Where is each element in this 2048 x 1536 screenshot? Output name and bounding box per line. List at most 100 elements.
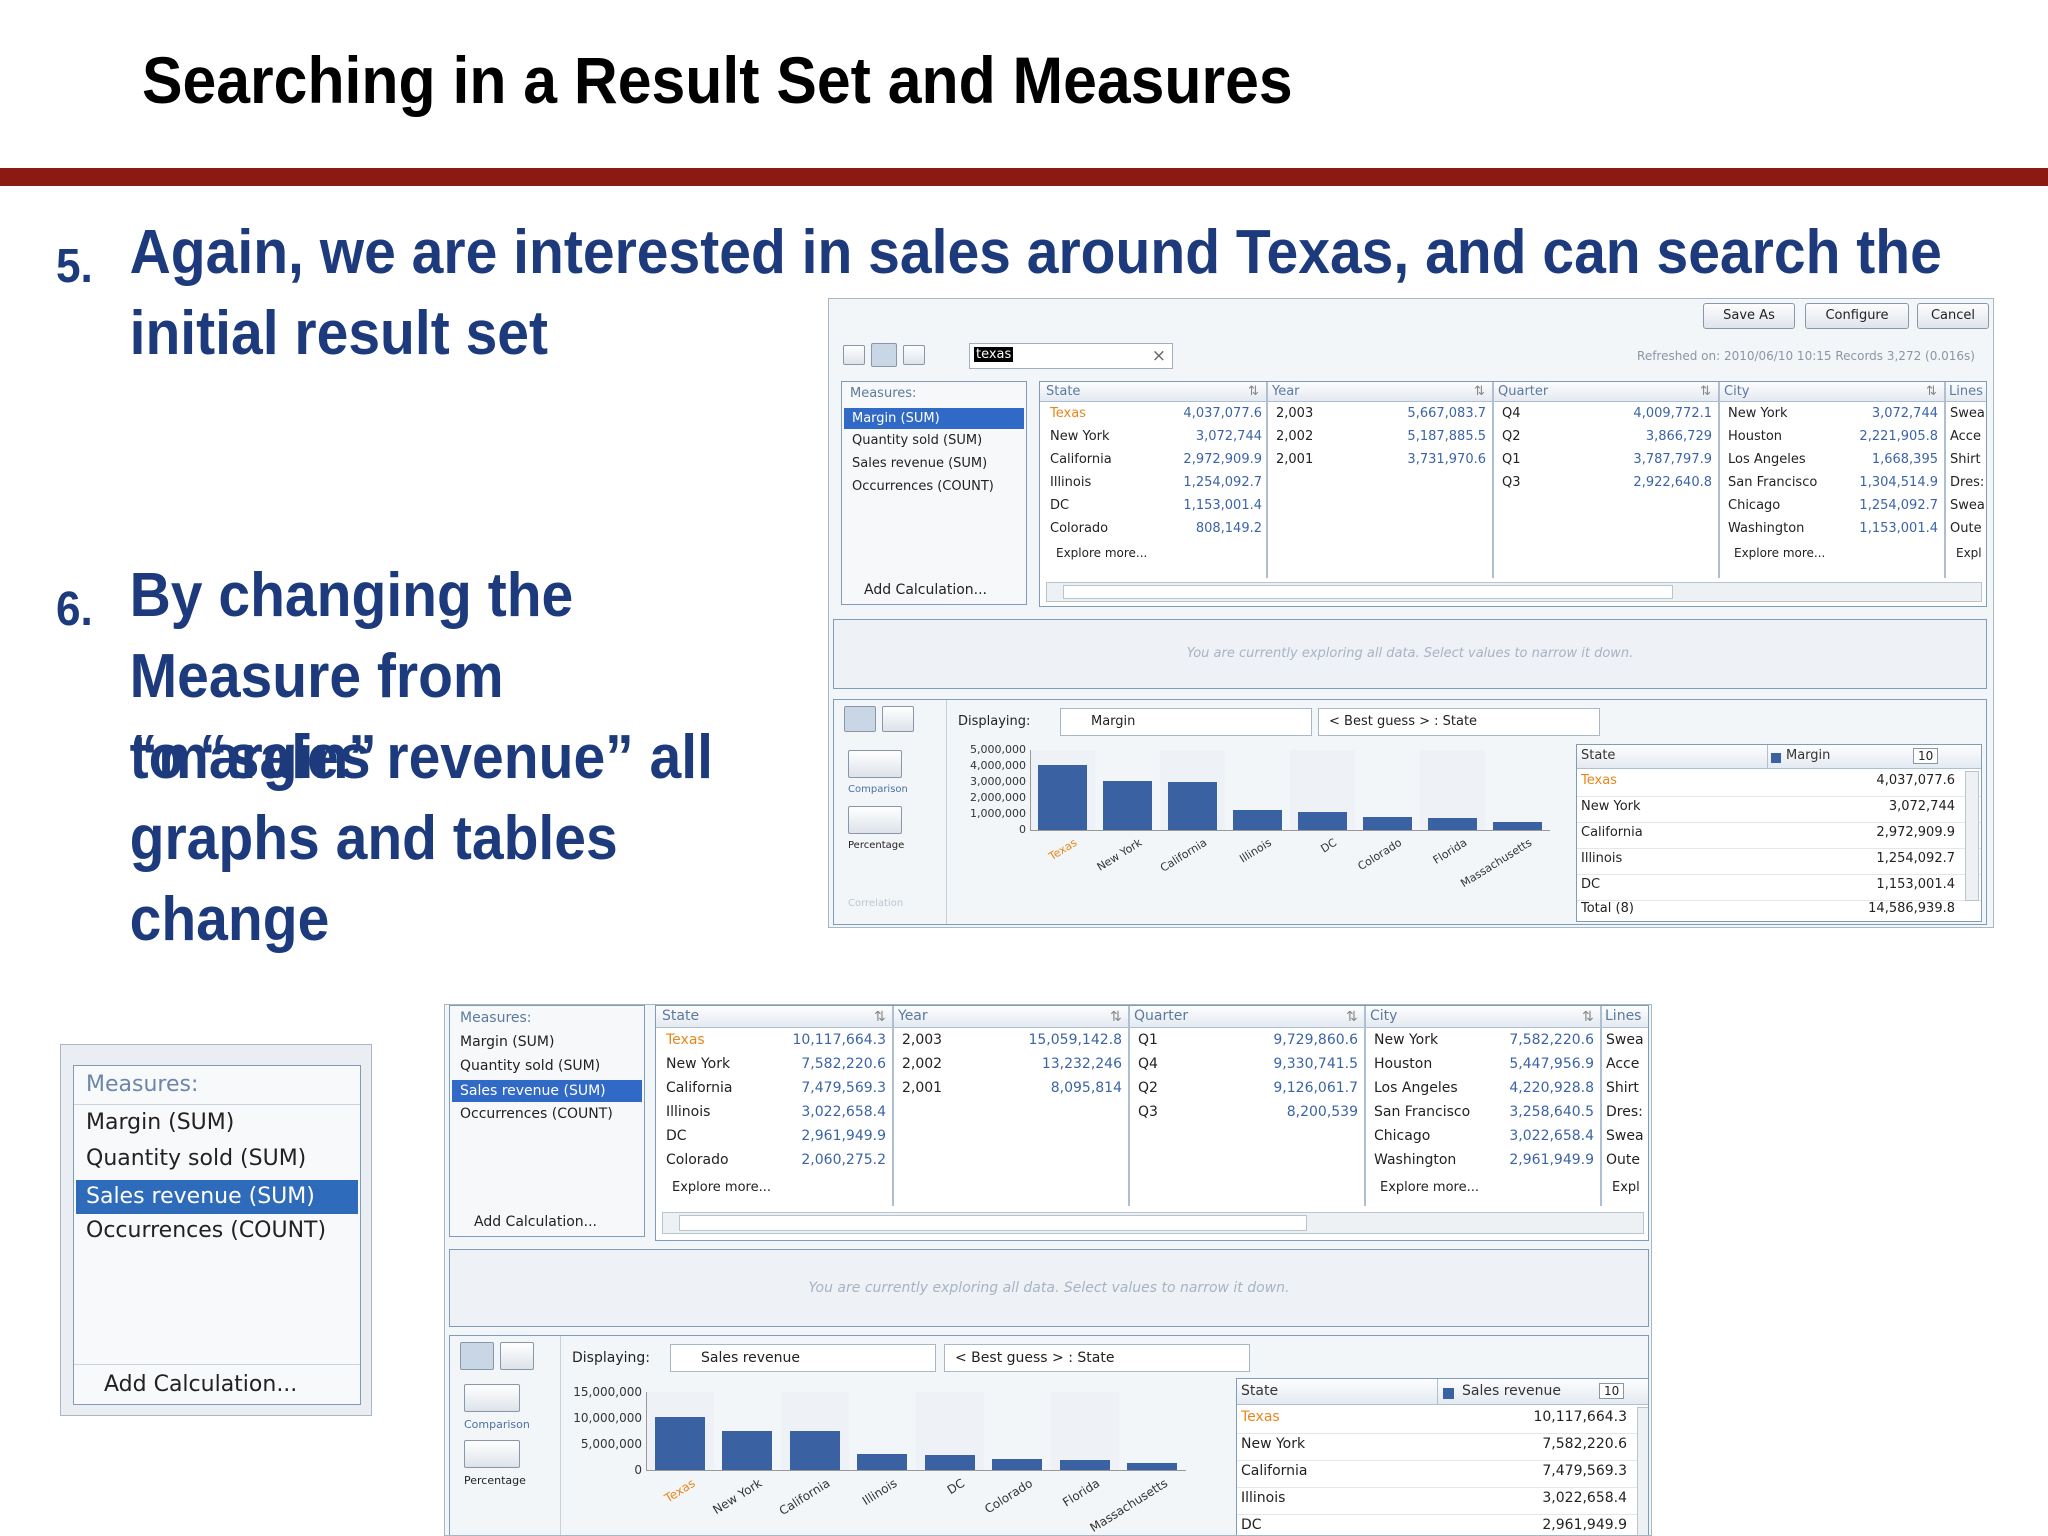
city-facet-header[interactable]: City bbox=[1720, 382, 1944, 402]
scrollbar-thumb[interactable] bbox=[679, 1215, 1307, 1231]
table-row[interactable]: New York 3,072,744 bbox=[1577, 797, 1981, 823]
measure-quantity[interactable]: Quantity sold (SUM) bbox=[852, 433, 982, 448]
bar[interactable] bbox=[1103, 780, 1152, 830]
horizontal-scrollbar[interactable] bbox=[662, 1212, 1644, 1234]
facet-value[interactable]: California bbox=[1050, 452, 1112, 467]
facet-value[interactable]: Q2 bbox=[1502, 429, 1521, 444]
explore-more-link[interactable]: Expl bbox=[1612, 1180, 1640, 1195]
quarter-facet-header[interactable]: Quarter bbox=[1494, 382, 1718, 402]
sort-icon[interactable]: ⇅ bbox=[1700, 384, 1711, 399]
table-row[interactable]: Illinois 1,254,092.7 bbox=[1577, 849, 1981, 875]
sort-icon[interactable]: ⇅ bbox=[1926, 384, 1937, 399]
table-row[interactable]: DC 1,153,001.4 bbox=[1577, 875, 1981, 901]
facet-value[interactable]: Swea bbox=[1606, 1128, 1644, 1144]
facet-value[interactable]: 2,001 bbox=[902, 1080, 942, 1096]
state-facet-header[interactable]: State bbox=[656, 1006, 892, 1028]
measure-dropdown[interactable]: Sales revenue bbox=[670, 1344, 936, 1372]
table-row[interactable]: New York 7,582,220.6 bbox=[1237, 1434, 1648, 1461]
facet-value[interactable]: Oute bbox=[1950, 521, 1982, 536]
table-scrollbar[interactable] bbox=[1637, 1407, 1648, 1535]
bar[interactable] bbox=[924, 1454, 975, 1470]
configure-button[interactable]: Configure bbox=[1805, 303, 1909, 329]
measure-dropdown[interactable]: Margin bbox=[1060, 708, 1312, 736]
scrollbar-thumb[interactable] bbox=[1063, 585, 1673, 599]
chart-view-icon[interactable] bbox=[460, 1342, 494, 1370]
facet-value[interactable]: Shirt bbox=[1606, 1080, 1639, 1096]
year-facet-header[interactable]: Year bbox=[894, 1006, 1128, 1028]
table-row[interactable]: California 2,972,909.9 bbox=[1577, 823, 1981, 849]
zoom-measure-sales-revenue[interactable]: Sales revenue (SUM) bbox=[76, 1180, 358, 1214]
bar[interactable] bbox=[1059, 1460, 1110, 1470]
zoom-measure-occurrences[interactable]: Occurrences (COUNT) bbox=[86, 1218, 326, 1243]
measure-quantity[interactable]: Quantity sold (SUM) bbox=[460, 1058, 600, 1074]
bar[interactable] bbox=[1168, 782, 1217, 830]
facet-value[interactable]: Dres: bbox=[1950, 475, 1984, 490]
save-as-button[interactable]: Save As bbox=[1703, 303, 1795, 329]
facet-value[interactable]: Q4 bbox=[1138, 1056, 1158, 1072]
table-row[interactable]: DC 2,961,949.9 bbox=[1237, 1515, 1648, 1535]
facet-value[interactable]: Q3 bbox=[1138, 1104, 1158, 1120]
facet-value[interactable]: 2,002 bbox=[1276, 429, 1313, 444]
year-facet-header[interactable]: Year bbox=[1268, 382, 1492, 402]
dimension-dropdown[interactable]: < Best guess > : State bbox=[1318, 708, 1600, 736]
facet-value[interactable]: Q1 bbox=[1138, 1032, 1158, 1048]
bar[interactable] bbox=[1233, 809, 1282, 830]
facet-value[interactable]: Colorado bbox=[1050, 521, 1108, 536]
clear-search-icon[interactable]: × bbox=[1152, 346, 1166, 366]
facet-value[interactable]: 2,001 bbox=[1276, 452, 1313, 467]
facet-value[interactable]: New York bbox=[1728, 406, 1788, 421]
facet-value[interactable]: New York bbox=[1050, 429, 1110, 444]
facet-value[interactable]: Texas bbox=[666, 1032, 705, 1048]
explore-more-link[interactable]: Explore more... bbox=[1380, 1180, 1479, 1195]
table-col-state[interactable]: State bbox=[1577, 745, 1767, 769]
measure-sales-revenue[interactable]: Sales revenue (SUM) bbox=[452, 1080, 642, 1102]
bar-chart-icon[interactable] bbox=[464, 1384, 520, 1412]
facet-value[interactable]: Acce bbox=[1606, 1056, 1639, 1072]
view-detail-icon[interactable] bbox=[903, 345, 925, 365]
bar-chart-icon[interactable] bbox=[848, 750, 902, 778]
facet-value[interactable]: Washington bbox=[1728, 521, 1804, 536]
explore-more-link[interactable]: Expl bbox=[1956, 546, 1982, 560]
quarter-facet-header[interactable]: Quarter bbox=[1130, 1006, 1364, 1028]
table-view-icon[interactable] bbox=[882, 706, 914, 732]
sort-icon[interactable]: ⇅ bbox=[1474, 384, 1485, 399]
add-calculation-button[interactable]: Add Calculation... bbox=[864, 582, 987, 598]
chart-view-icon[interactable] bbox=[844, 706, 876, 732]
explore-more-link[interactable]: Explore more... bbox=[1734, 546, 1825, 560]
facet-value[interactable]: Swea bbox=[1950, 498, 1985, 513]
bar[interactable] bbox=[1127, 1463, 1178, 1470]
sort-icon[interactable]: ⇅ bbox=[1582, 1009, 1594, 1025]
view-list-icon[interactable] bbox=[843, 345, 865, 365]
rows-count-selector[interactable]: 10 bbox=[1913, 748, 1939, 764]
sort-icon[interactable]: ⇅ bbox=[1346, 1009, 1358, 1025]
sort-icon[interactable]: ⇅ bbox=[874, 1009, 886, 1025]
facet-value[interactable]: Los Angeles bbox=[1728, 452, 1806, 467]
measure-occurrences[interactable]: Occurrences (COUNT) bbox=[460, 1106, 613, 1122]
facet-value[interactable]: Q1 bbox=[1502, 452, 1521, 467]
view-grid-icon[interactable] bbox=[871, 343, 897, 367]
add-calculation-button[interactable]: Add Calculation... bbox=[474, 1214, 597, 1230]
lines-facet-header[interactable]: Lines bbox=[1946, 382, 1986, 402]
sort-icon[interactable]: ⇅ bbox=[1248, 384, 1259, 399]
measure-margin[interactable]: Margin (SUM) bbox=[460, 1034, 554, 1050]
bar[interactable] bbox=[1363, 817, 1412, 830]
table-scrollbar[interactable] bbox=[1965, 771, 1979, 901]
measure-margin[interactable]: Margin (SUM) bbox=[844, 408, 1024, 429]
table-row[interactable]: Illinois 3,022,658.4 bbox=[1237, 1488, 1648, 1515]
facet-value[interactable]: Illinois bbox=[1050, 475, 1091, 490]
measure-sales-revenue[interactable]: Sales revenue (SUM) bbox=[852, 456, 987, 471]
cancel-button[interactable]: Cancel bbox=[1917, 303, 1989, 329]
facet-value[interactable]: New York bbox=[666, 1056, 730, 1072]
dimension-dropdown[interactable]: < Best guess > : State bbox=[944, 1344, 1250, 1372]
horizontal-scrollbar[interactable] bbox=[1046, 582, 1982, 602]
facet-value[interactable]: Washington bbox=[1374, 1152, 1456, 1168]
explore-more-link[interactable]: Explore more... bbox=[672, 1180, 771, 1195]
search-input[interactable]: texas × bbox=[969, 343, 1173, 369]
facet-value[interactable]: Q2 bbox=[1138, 1080, 1158, 1096]
facet-value[interactable]: DC bbox=[666, 1128, 687, 1144]
bar[interactable] bbox=[1298, 811, 1347, 830]
facet-value[interactable]: Oute bbox=[1606, 1152, 1640, 1168]
facet-value[interactable]: 2,003 bbox=[902, 1032, 942, 1048]
zoom-measure-margin[interactable]: Margin (SUM) bbox=[86, 1110, 234, 1135]
facet-value[interactable]: Chicago bbox=[1728, 498, 1780, 513]
